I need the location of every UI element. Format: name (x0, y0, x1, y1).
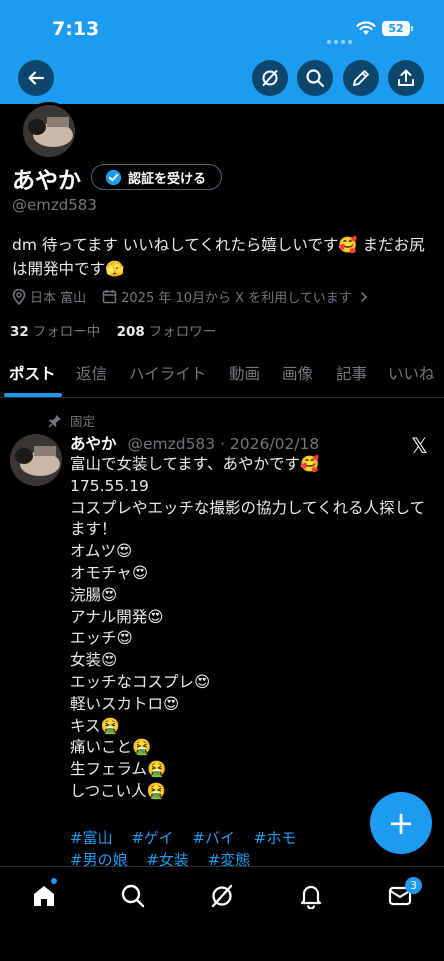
nav-notifications[interactable] (296, 881, 326, 911)
tab-highlights[interactable]: ハイライト (129, 362, 206, 384)
profile-joined[interactable]: 2025 年 10月から X を利用しています (121, 287, 352, 306)
post-line: アナル開発😍 (70, 607, 164, 626)
tab-likes[interactable]: いいね (388, 362, 435, 384)
nav-grok[interactable] (207, 881, 237, 911)
post-line: エッチ😍 (70, 629, 133, 648)
tab-videos[interactable]: 動画 (229, 362, 260, 384)
hashtag-link[interactable]: #富山 (70, 829, 113, 847)
post-header: あやか @emzd583 · 2026/02/18 (70, 432, 319, 454)
back-button[interactable] (18, 60, 54, 96)
location-icon (12, 288, 26, 305)
nav-home[interactable] (29, 881, 59, 911)
hashtag-link[interactable]: #バイ (192, 829, 235, 847)
post-line: 軽いスカトロ😍 (70, 694, 180, 713)
profile-meta: 日本 富山 2025 年 10月から X を利用しています (12, 287, 374, 306)
following-link[interactable]: 32 フォロー中 (10, 324, 100, 340)
search-icon (121, 884, 145, 908)
post-line: オモチャ😍 (70, 563, 149, 582)
post-line: しつこい人🤮 (70, 781, 166, 800)
profile-handle: @emzd583 (12, 196, 97, 214)
pinned-label: 固定 (70, 414, 96, 429)
profile-tabs: ポスト 返信 ハイライト 動画 画像 記事 いいね (0, 357, 444, 398)
followers-label: フォロワー (148, 324, 217, 340)
follow-stats: 32 フォロー中 208 フォロワー (10, 320, 216, 340)
messages-badge: 3 (405, 877, 422, 894)
grok-icon (211, 884, 233, 908)
calendar-icon (102, 290, 117, 304)
tab-posts[interactable]: ポスト (9, 362, 56, 384)
post-text: 富山で女装してます、あやかです🥰 175.55.19 コスプレやエッチな撮影の協… (70, 454, 428, 803)
avatar-photo (10, 434, 62, 486)
profile-avatar[interactable] (20, 102, 78, 160)
post-line: 浣腸😍 (70, 585, 118, 604)
profile-bio: dm 待ってます いいねしてくれたら嬉しいです🥰 まだお尻は開発中です🫣 (12, 236, 425, 278)
post-line: エッチなコスプレ😍 (70, 672, 211, 691)
verify-label: 認証を受ける (128, 171, 207, 187)
pin-icon (48, 414, 61, 428)
home-icon (34, 886, 54, 906)
pinned-indicator: 固定 (48, 411, 95, 430)
post-line: キス🤮 (70, 716, 120, 735)
home-badge-dot (51, 878, 57, 884)
hashtag-link[interactable]: #ゲイ (131, 829, 173, 847)
battery-icon: 52 (382, 21, 410, 36)
post-line: 175.55.19 (70, 476, 149, 495)
profile-location: 日本 富山 (30, 291, 87, 306)
tab-replies[interactable]: 返信 (76, 362, 107, 384)
post-line: 富山で女装してます、あやかです🥰 (70, 455, 320, 473)
post-line: 女装😍 (70, 651, 118, 670)
hashtag-link[interactable]: #ホモ (254, 829, 297, 847)
compose-post-button[interactable]: + (370, 792, 432, 854)
post-line: 痛いこと🤮 (70, 738, 152, 757)
active-tab-indicator (4, 393, 62, 397)
following-label: フォロー中 (32, 324, 101, 340)
share-button[interactable] (388, 60, 424, 96)
post-avatar[interactable] (10, 434, 62, 486)
tab-images[interactable]: 画像 (282, 362, 313, 384)
status-bar: 7:13 52 (0, 0, 444, 54)
following-count: 32 (10, 324, 29, 340)
post-author[interactable]: あやか (70, 435, 117, 453)
wifi-icon (356, 21, 376, 35)
bottom-nav: 3 (0, 866, 444, 961)
search-icon (306, 69, 325, 88)
share-icon (398, 69, 414, 86)
post-line: 生フェラム🤮 (70, 760, 167, 779)
pencil-icon (353, 70, 369, 86)
grok-button[interactable] (252, 60, 288, 96)
search-button[interactable] (297, 60, 333, 96)
nav-search[interactable] (118, 881, 148, 911)
avatar-photo (23, 105, 75, 157)
profile-name: あやか (12, 168, 81, 194)
back-arrow-icon (28, 71, 45, 85)
post-line: オムツ😍 (70, 542, 133, 561)
status-time: 7:13 (52, 18, 100, 40)
signal-dots-icon (327, 29, 355, 48)
post-handle-date: @emzd583 · 2026/02/18 (127, 435, 320, 453)
chevron-right-icon[interactable] (358, 291, 370, 303)
get-verified-button[interactable]: 認証を受ける (91, 164, 222, 190)
battery-cap (411, 26, 413, 31)
followers-link[interactable]: 208 フォロワー (117, 324, 217, 340)
followers-count: 208 (116, 324, 145, 340)
grok-icon (262, 70, 278, 86)
notifications-icon (300, 885, 322, 909)
verified-badge-icon (105, 169, 122, 185)
edit-button[interactable] (343, 60, 379, 96)
tab-articles[interactable]: 記事 (336, 362, 367, 384)
post-line: コスプレやエッチな撮影の協力してくれる人探してます！ (70, 498, 426, 539)
